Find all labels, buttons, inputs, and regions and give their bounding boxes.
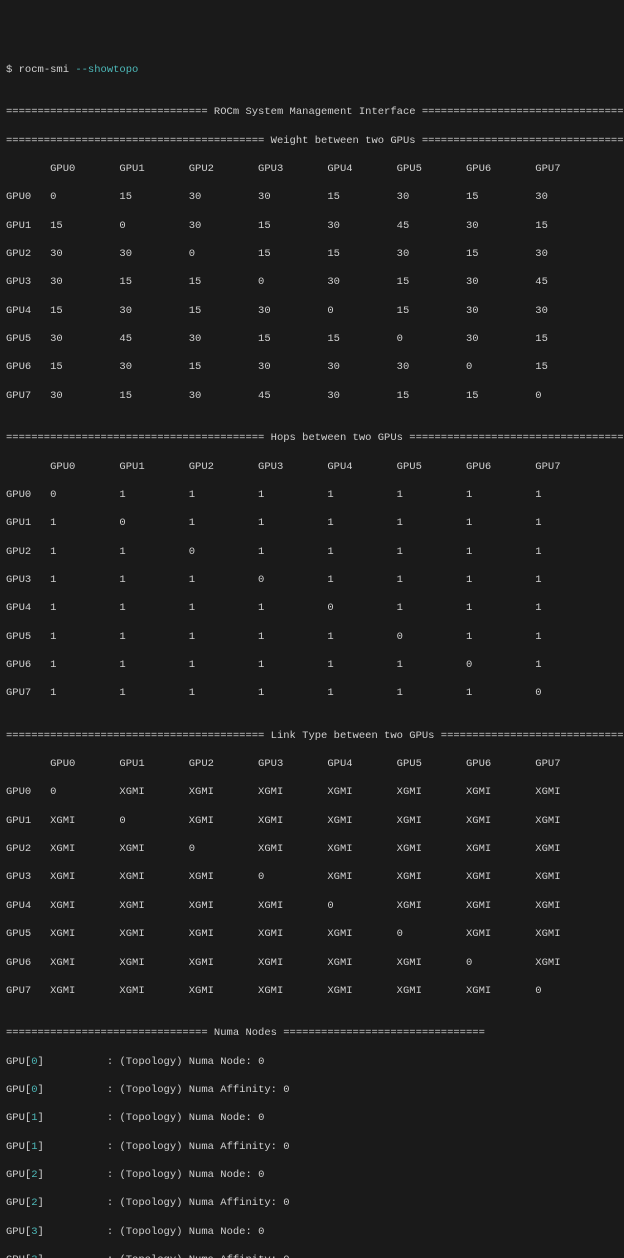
- numa-value: : (Topology) Numa Affinity: 0: [107, 1254, 290, 1258]
- interface-header: ================================ ROCm Sy…: [6, 105, 618, 119]
- table-row: GPU6 15 30 15 30 30 30 0 15: [6, 360, 618, 374]
- table-row: GPU0 0 XGMI XGMI XGMI XGMI XGMI XGMI XGM…: [6, 785, 618, 799]
- numa-value: : (Topology) Numa Node: 0: [107, 1226, 265, 1238]
- numa-row: GPU[2] : (Topology) Numa Node: 0: [6, 1168, 618, 1182]
- table-row: GPU7 XGMI XGMI XGMI XGMI XGMI XGMI XGMI …: [6, 984, 618, 998]
- numa-row: GPU[3] : (Topology) Numa Node: 0: [6, 1225, 618, 1239]
- table-row: GPU7 1 1 1 1 1 1 1 0: [6, 686, 618, 700]
- numa-row: GPU[0] : (Topology) Numa Affinity: 0: [6, 1083, 618, 1097]
- shell-prompt: $: [6, 64, 19, 76]
- table-row: GPU3 XGMI XGMI XGMI 0 XGMI XGMI XGMI XGM…: [6, 870, 618, 884]
- numa-header: ================================ Numa No…: [6, 1026, 618, 1040]
- gpu-label: GPU[: [6, 1226, 31, 1238]
- command-name: rocm-smi: [19, 64, 76, 76]
- table-row: GPU5 1 1 1 1 1 0 1 1: [6, 630, 618, 644]
- section-header: ========================================…: [6, 729, 618, 743]
- gpu-label: GPU[: [6, 1254, 31, 1258]
- column-header: GPU0 GPU1 GPU2 GPU3 GPU4 GPU5 GPU6 GPU7: [6, 460, 618, 474]
- terminal-output: $ rocm-smi --showtopo ==================…: [6, 63, 618, 1258]
- table-row: GPU2 1 1 0 1 1 1 1 1: [6, 545, 618, 559]
- numa-row: GPU[1] : (Topology) Numa Node: 0: [6, 1111, 618, 1125]
- table-row: GPU7 30 15 30 45 30 15 15 0: [6, 389, 618, 403]
- table-row: GPU5 XGMI XGMI XGMI XGMI XGMI 0 XGMI XGM…: [6, 927, 618, 941]
- numa-value: : (Topology) Numa Node: 0: [107, 1169, 265, 1181]
- gpu-label: GPU[: [6, 1112, 31, 1124]
- command-flag: --showtopo: [75, 64, 138, 76]
- table-row: GPU6 XGMI XGMI XGMI XGMI XGMI XGMI 0 XGM…: [6, 956, 618, 970]
- gpu-label: GPU[: [6, 1056, 31, 1068]
- numa-value: : (Topology) Numa Node: 0: [107, 1056, 265, 1068]
- table-row: GPU4 XGMI XGMI XGMI XGMI 0 XGMI XGMI XGM…: [6, 899, 618, 913]
- gpu-label: GPU[: [6, 1197, 31, 1209]
- section-header: ========================================…: [6, 134, 618, 148]
- column-header: GPU0 GPU1 GPU2 GPU3 GPU4 GPU5 GPU6 GPU7: [6, 757, 618, 771]
- table-row: GPU1 1 0 1 1 1 1 1 1: [6, 516, 618, 530]
- table-row: GPU2 XGMI XGMI 0 XGMI XGMI XGMI XGMI XGM…: [6, 842, 618, 856]
- numa-row: GPU[0] : (Topology) Numa Node: 0: [6, 1055, 618, 1069]
- table-row: GPU6 1 1 1 1 1 1 0 1: [6, 658, 618, 672]
- table-row: GPU2 30 30 0 15 15 30 15 30: [6, 247, 618, 261]
- table-row: GPU3 1 1 1 0 1 1 1 1: [6, 573, 618, 587]
- numa-value: : (Topology) Numa Affinity: 0: [107, 1197, 290, 1209]
- table-row: GPU4 1 1 1 1 0 1 1 1: [6, 601, 618, 615]
- numa-row: GPU[1] : (Topology) Numa Affinity: 0: [6, 1140, 618, 1154]
- command-line: $ rocm-smi --showtopo: [6, 63, 618, 77]
- gpu-label: GPU[: [6, 1141, 31, 1153]
- table-row: GPU0 0 1 1 1 1 1 1 1: [6, 488, 618, 502]
- table-row: GPU1 15 0 30 15 30 45 30 15: [6, 219, 618, 233]
- table-row: GPU1 XGMI 0 XGMI XGMI XGMI XGMI XGMI XGM…: [6, 814, 618, 828]
- column-header: GPU0 GPU1 GPU2 GPU3 GPU4 GPU5 GPU6 GPU7: [6, 162, 618, 176]
- section-header: ========================================…: [6, 431, 618, 445]
- table-row: GPU3 30 15 15 0 30 15 30 45: [6, 275, 618, 289]
- numa-value: : (Topology) Numa Affinity: 0: [107, 1084, 290, 1096]
- gpu-label: GPU[: [6, 1169, 31, 1181]
- table-row: GPU0 0 15 30 30 15 30 15 30: [6, 190, 618, 204]
- numa-row: GPU[3] : (Topology) Numa Affinity: 0: [6, 1253, 618, 1258]
- table-row: GPU4 15 30 15 30 0 15 30 30: [6, 304, 618, 318]
- numa-value: : (Topology) Numa Affinity: 0: [107, 1141, 290, 1153]
- gpu-label: GPU[: [6, 1084, 31, 1096]
- numa-row: GPU[2] : (Topology) Numa Affinity: 0: [6, 1196, 618, 1210]
- table-row: GPU5 30 45 30 15 15 0 30 15: [6, 332, 618, 346]
- numa-value: : (Topology) Numa Node: 0: [107, 1112, 265, 1124]
